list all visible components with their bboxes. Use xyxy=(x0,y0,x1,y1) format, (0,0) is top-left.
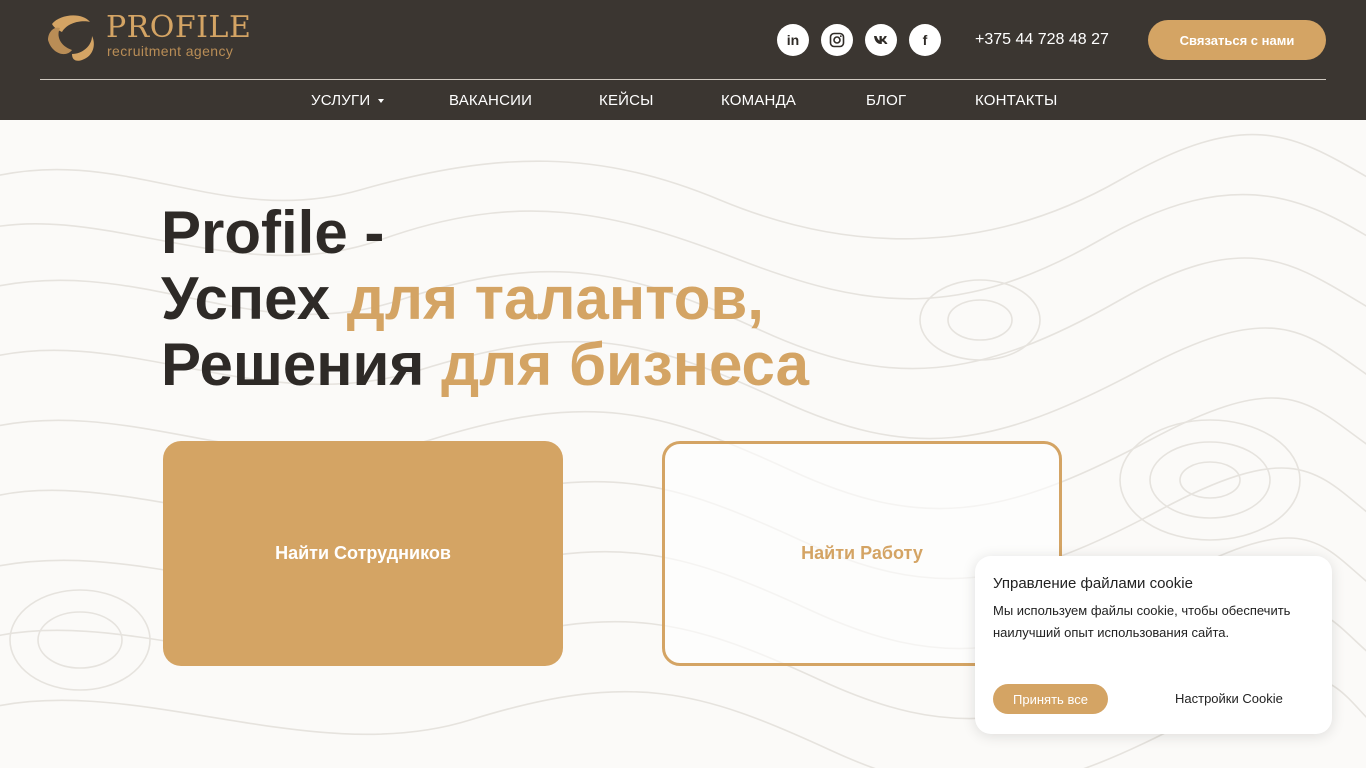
accept-all-button[interactable]: Принять все xyxy=(993,684,1108,714)
cookie-title: Управление файлами cookie xyxy=(993,575,1193,592)
facebook-icon: f xyxy=(922,32,928,48)
hero-line-2-main: Успех xyxy=(161,265,347,332)
hero-line-2-accent: для талантов, xyxy=(346,265,764,332)
hero-line-3: Решения для бизнеса xyxy=(161,332,1061,398)
nav-item-blog[interactable]: БЛОГ xyxy=(866,92,906,110)
caret-down-icon xyxy=(378,99,385,104)
vk-icon xyxy=(874,36,888,44)
cookie-text: Мы используем файлы cookie, чтобы обеспе… xyxy=(993,603,1291,640)
hero-line-3-main: Решения xyxy=(161,331,442,398)
facebook-link[interactable]: f xyxy=(909,24,941,56)
linkedin-icon: in xyxy=(786,32,800,48)
hero-line-3-accent: для бизнеса xyxy=(441,331,810,398)
hero-line-1: Profile - xyxy=(161,199,385,266)
find-employees-button[interactable]: Найти Сотрудников xyxy=(163,441,563,666)
contact-us-button[interactable]: Связаться с нами xyxy=(1148,20,1326,60)
nav-item-contacts[interactable]: КОНТАКТЫ xyxy=(975,92,1058,110)
hero-title: Profile - Успех для талантов, Решения дл… xyxy=(161,200,1061,398)
logo-tagline: recruitment agency xyxy=(107,43,234,59)
instagram-link[interactable] xyxy=(821,24,853,56)
vk-link[interactable] xyxy=(865,24,897,56)
logo-mark-icon xyxy=(48,15,94,61)
social-links: in f xyxy=(777,24,941,56)
logo[interactable]: PROFILE recruitment agency xyxy=(42,10,252,66)
instagram-icon xyxy=(829,32,845,48)
cookie-banner: Управление файлами cookie Мы используем … xyxy=(975,556,1332,734)
main-nav: УСЛУГИ ВАКАНСИИ КЕЙСЫ КОМАНДА БЛОГ КОНТА… xyxy=(0,80,1366,120)
hero-line-2: Успех для талантов, xyxy=(161,266,1061,332)
nav-item-label: УСЛУГИ xyxy=(311,92,371,109)
site-header: PROFILE recruitment agency in f +375 44 … xyxy=(0,0,1366,120)
linkedin-link[interactable]: in xyxy=(777,24,809,56)
cookie-settings-link[interactable]: Настройки Cookie xyxy=(1175,690,1283,708)
nav-item-services[interactable]: УСЛУГИ xyxy=(311,92,385,110)
nav-item-vacancies[interactable]: ВАКАНСИИ xyxy=(449,92,532,110)
phone-number[interactable]: +375 44 728 48 27 xyxy=(975,30,1109,50)
logo-name: PROFILE xyxy=(106,10,252,45)
nav-item-cases[interactable]: КЕЙСЫ xyxy=(599,92,654,110)
nav-item-team[interactable]: КОМАНДА xyxy=(721,92,796,110)
